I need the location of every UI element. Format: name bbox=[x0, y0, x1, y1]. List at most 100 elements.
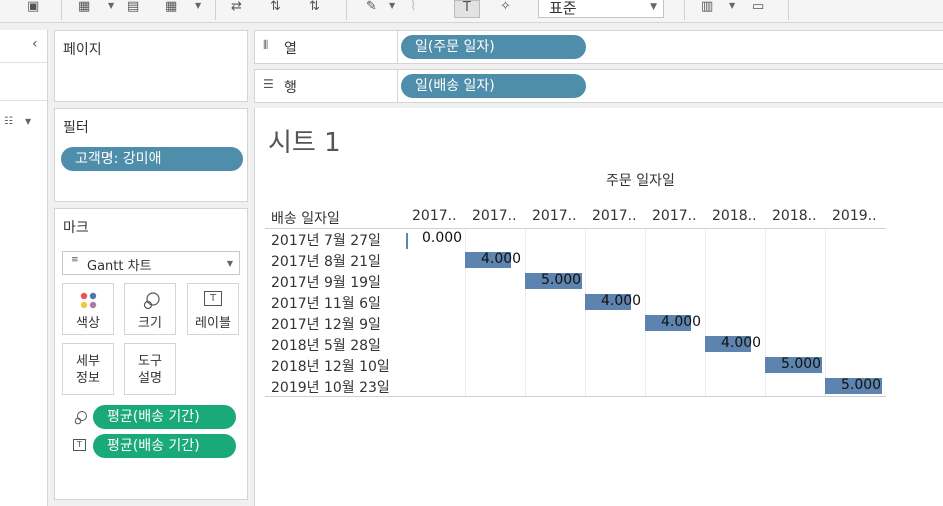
label-toggle-icon[interactable]: T bbox=[454, 0, 480, 18]
detail-label-line2: 정보 bbox=[76, 371, 100, 386]
view-options-icon[interactable]: ☷ bbox=[4, 116, 13, 127]
row-label[interactable]: 2017년 11월 6일 bbox=[271, 293, 381, 313]
filters-title: 필터 bbox=[63, 120, 89, 136]
filter-pill[interactable]: 고객명: 강미애 bbox=[61, 147, 243, 171]
column-header[interactable]: 2017.. bbox=[532, 208, 577, 224]
duplicate-icon[interactable]: ▤ bbox=[127, 0, 139, 16]
filters-card[interactable]: 필터 고객명: 강미애 bbox=[54, 108, 248, 202]
columns-shelf[interactable]: ⦀ 열 일(주문 일자) bbox=[254, 30, 943, 64]
column-header[interactable]: 2018.. bbox=[772, 208, 817, 224]
bar-label: 4.000 bbox=[661, 314, 702, 330]
pages-title: 페이지 bbox=[63, 42, 102, 58]
toolbar: ▣ ▦ ▼ ▤ ▦ ▼ ⇄ ⇅ ⇅ ✎ ▼ ⌇ T ✧ 표준 ▼ ▥ ▼ ▭ bbox=[0, 0, 943, 23]
paperclip-icon[interactable]: ⌇ bbox=[410, 0, 416, 16]
row-label[interactable]: 2017년 8월 21일 bbox=[271, 251, 381, 271]
row-label[interactable]: 2017년 12월 9일 bbox=[271, 314, 381, 334]
column-header[interactable]: 2017.. bbox=[652, 208, 697, 224]
bar-label: 0.000 bbox=[422, 230, 463, 246]
sort-asc-icon[interactable]: ⇅ bbox=[270, 0, 281, 16]
tooltip-button[interactable]: 도구 설명 bbox=[124, 343, 176, 395]
bar-label: 4.000 bbox=[601, 293, 642, 309]
bar-label: 4.000 bbox=[721, 335, 762, 351]
header-divider bbox=[265, 228, 886, 229]
bar-label: 5.000 bbox=[781, 356, 822, 372]
size-button[interactable]: 크기 bbox=[124, 283, 176, 335]
collapse-pane-icon[interactable]: ‹ bbox=[32, 36, 38, 52]
pages-card[interactable]: 페이지 bbox=[54, 30, 248, 102]
column-header[interactable]: 2017.. bbox=[472, 208, 517, 224]
label-label: 레이블 bbox=[195, 316, 231, 331]
color-button[interactable]: 색상 bbox=[62, 283, 114, 335]
tooltip-label-line2: 설명 bbox=[138, 371, 162, 386]
detail-button[interactable]: 세부 정보 bbox=[62, 343, 114, 395]
grid-line bbox=[585, 229, 586, 396]
rows-icon: ☰ bbox=[263, 77, 274, 91]
pin-icon[interactable]: ✧ bbox=[500, 0, 511, 16]
clear-icon[interactable]: ▦ bbox=[165, 0, 177, 16]
toolbar-separator bbox=[61, 0, 62, 20]
row-label[interactable]: 2018년 5월 28일 bbox=[271, 335, 381, 355]
toolbar-separator bbox=[788, 0, 789, 20]
tooltip-label-line1: 도구 bbox=[138, 354, 162, 369]
swap-icon[interactable]: ⇄ bbox=[231, 0, 242, 16]
color-icon bbox=[80, 292, 97, 309]
size-field-icon bbox=[74, 411, 87, 425]
chevron-down-icon[interactable]: ▼ bbox=[195, 1, 201, 10]
chevron-down-icon[interactable]: ▼ bbox=[108, 1, 114, 10]
gantt-icon: ≡ bbox=[71, 255, 79, 265]
new-datasource-icon[interactable]: ▣ bbox=[27, 0, 39, 16]
data-pane: ‹ ☷ ▼ bbox=[0, 30, 48, 506]
toolbar-separator bbox=[346, 0, 347, 20]
color-label: 색상 bbox=[76, 316, 100, 331]
chevron-down-icon[interactable]: ▼ bbox=[729, 1, 735, 10]
size-field-pill[interactable]: 평균(배송 기간) bbox=[93, 405, 236, 429]
size-icon bbox=[143, 292, 160, 310]
row-label[interactable]: 2019년 10월 23일 bbox=[271, 377, 390, 397]
column-header-title: 주문 일자일 bbox=[606, 173, 675, 189]
marks-card: 마크 ≡ Gantt 차트 ▼ 색상 크기 T 레이블 세부 정보 도구 설명 … bbox=[54, 208, 248, 500]
label-field-pill[interactable]: 평균(배송 기간) bbox=[93, 434, 236, 458]
presentation-icon[interactable]: ▭ bbox=[752, 0, 764, 16]
row-header-title: 배송 일자일 bbox=[271, 211, 340, 227]
columns-pill[interactable]: 일(주문 일자) bbox=[401, 35, 586, 59]
detail-label-line1: 세부 bbox=[76, 354, 100, 369]
column-header[interactable]: 2018.. bbox=[712, 208, 757, 224]
columns-label: 열 bbox=[284, 41, 297, 57]
bar-label: 5.000 bbox=[841, 377, 882, 393]
column-header[interactable]: 2017.. bbox=[412, 208, 457, 224]
rows-shelf[interactable]: ☰ 행 일(배송 일자) bbox=[254, 69, 943, 103]
columns-icon: ⦀ bbox=[263, 38, 268, 52]
grid-line bbox=[705, 229, 706, 396]
row-label[interactable]: 2017년 9월 19일 bbox=[271, 272, 381, 292]
column-header[interactable]: 2019.. bbox=[832, 208, 877, 224]
size-label: 크기 bbox=[138, 316, 162, 331]
divider bbox=[0, 100, 47, 101]
row-label[interactable]: 2017년 7월 27일 bbox=[271, 230, 381, 250]
column-header[interactable]: 2017.. bbox=[592, 208, 637, 224]
rows-pill[interactable]: 일(배송 일자) bbox=[401, 74, 586, 98]
chevron-down-icon[interactable]: ▼ bbox=[389, 1, 395, 10]
fit-select[interactable]: 표준 ▼ bbox=[538, 0, 664, 18]
sort-desc-icon[interactable]: ⇅ bbox=[309, 0, 320, 16]
grid-line bbox=[825, 229, 826, 396]
highlight-icon[interactable]: ✎ bbox=[366, 0, 377, 16]
label-field-icon: T bbox=[73, 439, 86, 451]
toolbar-separator bbox=[684, 0, 685, 20]
divider bbox=[397, 70, 398, 102]
marks-title: 마크 bbox=[63, 220, 89, 236]
bar-label: 5.000 bbox=[541, 272, 582, 288]
grid-line bbox=[645, 229, 646, 396]
label-button[interactable]: T 레이블 bbox=[187, 283, 239, 335]
chevron-down-icon: ▼ bbox=[226, 259, 233, 268]
chevron-down-icon[interactable]: ▼ bbox=[25, 117, 31, 126]
new-sheet-icon[interactable]: ▦ bbox=[78, 0, 90, 16]
sheet-title: 시트 1 bbox=[268, 128, 341, 158]
mark-type-select[interactable]: ≡ Gantt 차트 ▼ bbox=[62, 251, 240, 275]
grid-line bbox=[525, 229, 526, 396]
label-icon: T bbox=[204, 291, 222, 306]
row-label[interactable]: 2018년 12월 10일 bbox=[271, 356, 390, 376]
mark-type-value: Gantt 차트 bbox=[87, 259, 152, 274]
fit-select-value: 표준 bbox=[549, 0, 577, 17]
gantt-bar[interactable] bbox=[406, 233, 408, 249]
show-me-icon[interactable]: ▥ bbox=[701, 0, 713, 16]
